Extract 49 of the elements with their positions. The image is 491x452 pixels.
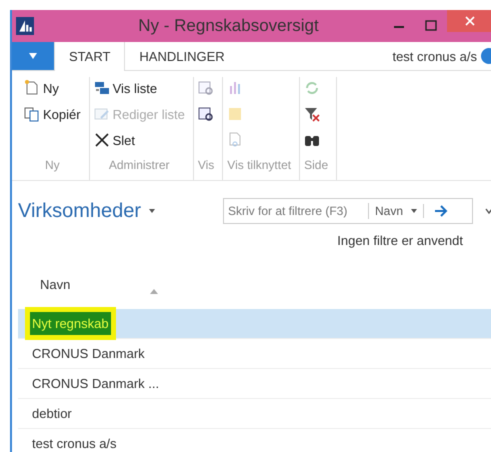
copy-icon (24, 106, 40, 122)
sort-arrow-icon[interactable] (150, 288, 158, 294)
arrow-icon[interactable] (434, 205, 448, 217)
funnel-x-icon (304, 106, 320, 122)
group-label: Administrer (108, 158, 171, 174)
table-cell-text: test cronus a/s (31, 435, 118, 452)
note-icon (227, 106, 244, 122)
refresh-icon (304, 80, 320, 96)
table-cell-text: debtior (31, 405, 73, 423)
window-title: Ny - Regnskabsoversigt (137, 16, 320, 36)
list-row[interactable]: CRONUS Danmark ... (18, 369, 491, 399)
list-row[interactable]: Nyt regnskab (18, 309, 491, 339)
group-label: Side (304, 158, 328, 174)
chevron-icon[interactable] (485, 208, 491, 214)
ribbon-tab[interactable]: START (54, 42, 126, 71)
search-icon (198, 106, 214, 122)
close-icon (465, 16, 475, 26)
company-name: test cronus a/s (392, 48, 477, 66)
list-row[interactable]: CRONUS Danmark (18, 339, 491, 369)
ribbon-tab[interactable]: HANDLINGER (125, 42, 239, 70)
search-icon (198, 80, 214, 96)
group-label: Vis tilknyttet (227, 158, 292, 174)
ribbon-button[interactable]: Vis liste (94, 77, 185, 99)
list-row[interactable]: debtior (18, 399, 491, 429)
edit-icon (94, 106, 110, 122)
list-icon (94, 80, 110, 96)
caret-icon (411, 209, 418, 213)
caret-icon[interactable] (149, 209, 156, 213)
table-cell: Nyt regnskab (30, 312, 111, 335)
document-icon (24, 80, 40, 96)
document-icon (227, 132, 244, 148)
page-title[interactable]: Virksomheder (18, 200, 142, 222)
group-label: Ny (44, 158, 61, 174)
list-row[interactable]: test cronus a/s (18, 429, 491, 452)
close-button[interactable] (447, 10, 491, 32)
table-cell-text: CRONUS Danmark ... (31, 375, 160, 393)
app-menu-button[interactable] (12, 42, 54, 70)
ribbon-button[interactable]: Slet (94, 129, 185, 151)
ribbon-button[interactable]: Ny (24, 77, 81, 99)
app-logo-icon (16, 17, 34, 35)
table-cell-text: CRONUS Danmark (31, 345, 146, 363)
column-header[interactable]: Navn (40, 276, 150, 292)
filter-status: Ingen filtre er anvendt (337, 233, 463, 248)
maximize-icon[interactable] (425, 20, 437, 32)
field-dropdown[interactable]: Navn (369, 204, 424, 218)
x-icon (94, 132, 110, 148)
caret-icon (29, 53, 37, 59)
group-label: Vis (198, 158, 214, 174)
ribbon-button[interactable]: Kopiér (24, 103, 81, 125)
